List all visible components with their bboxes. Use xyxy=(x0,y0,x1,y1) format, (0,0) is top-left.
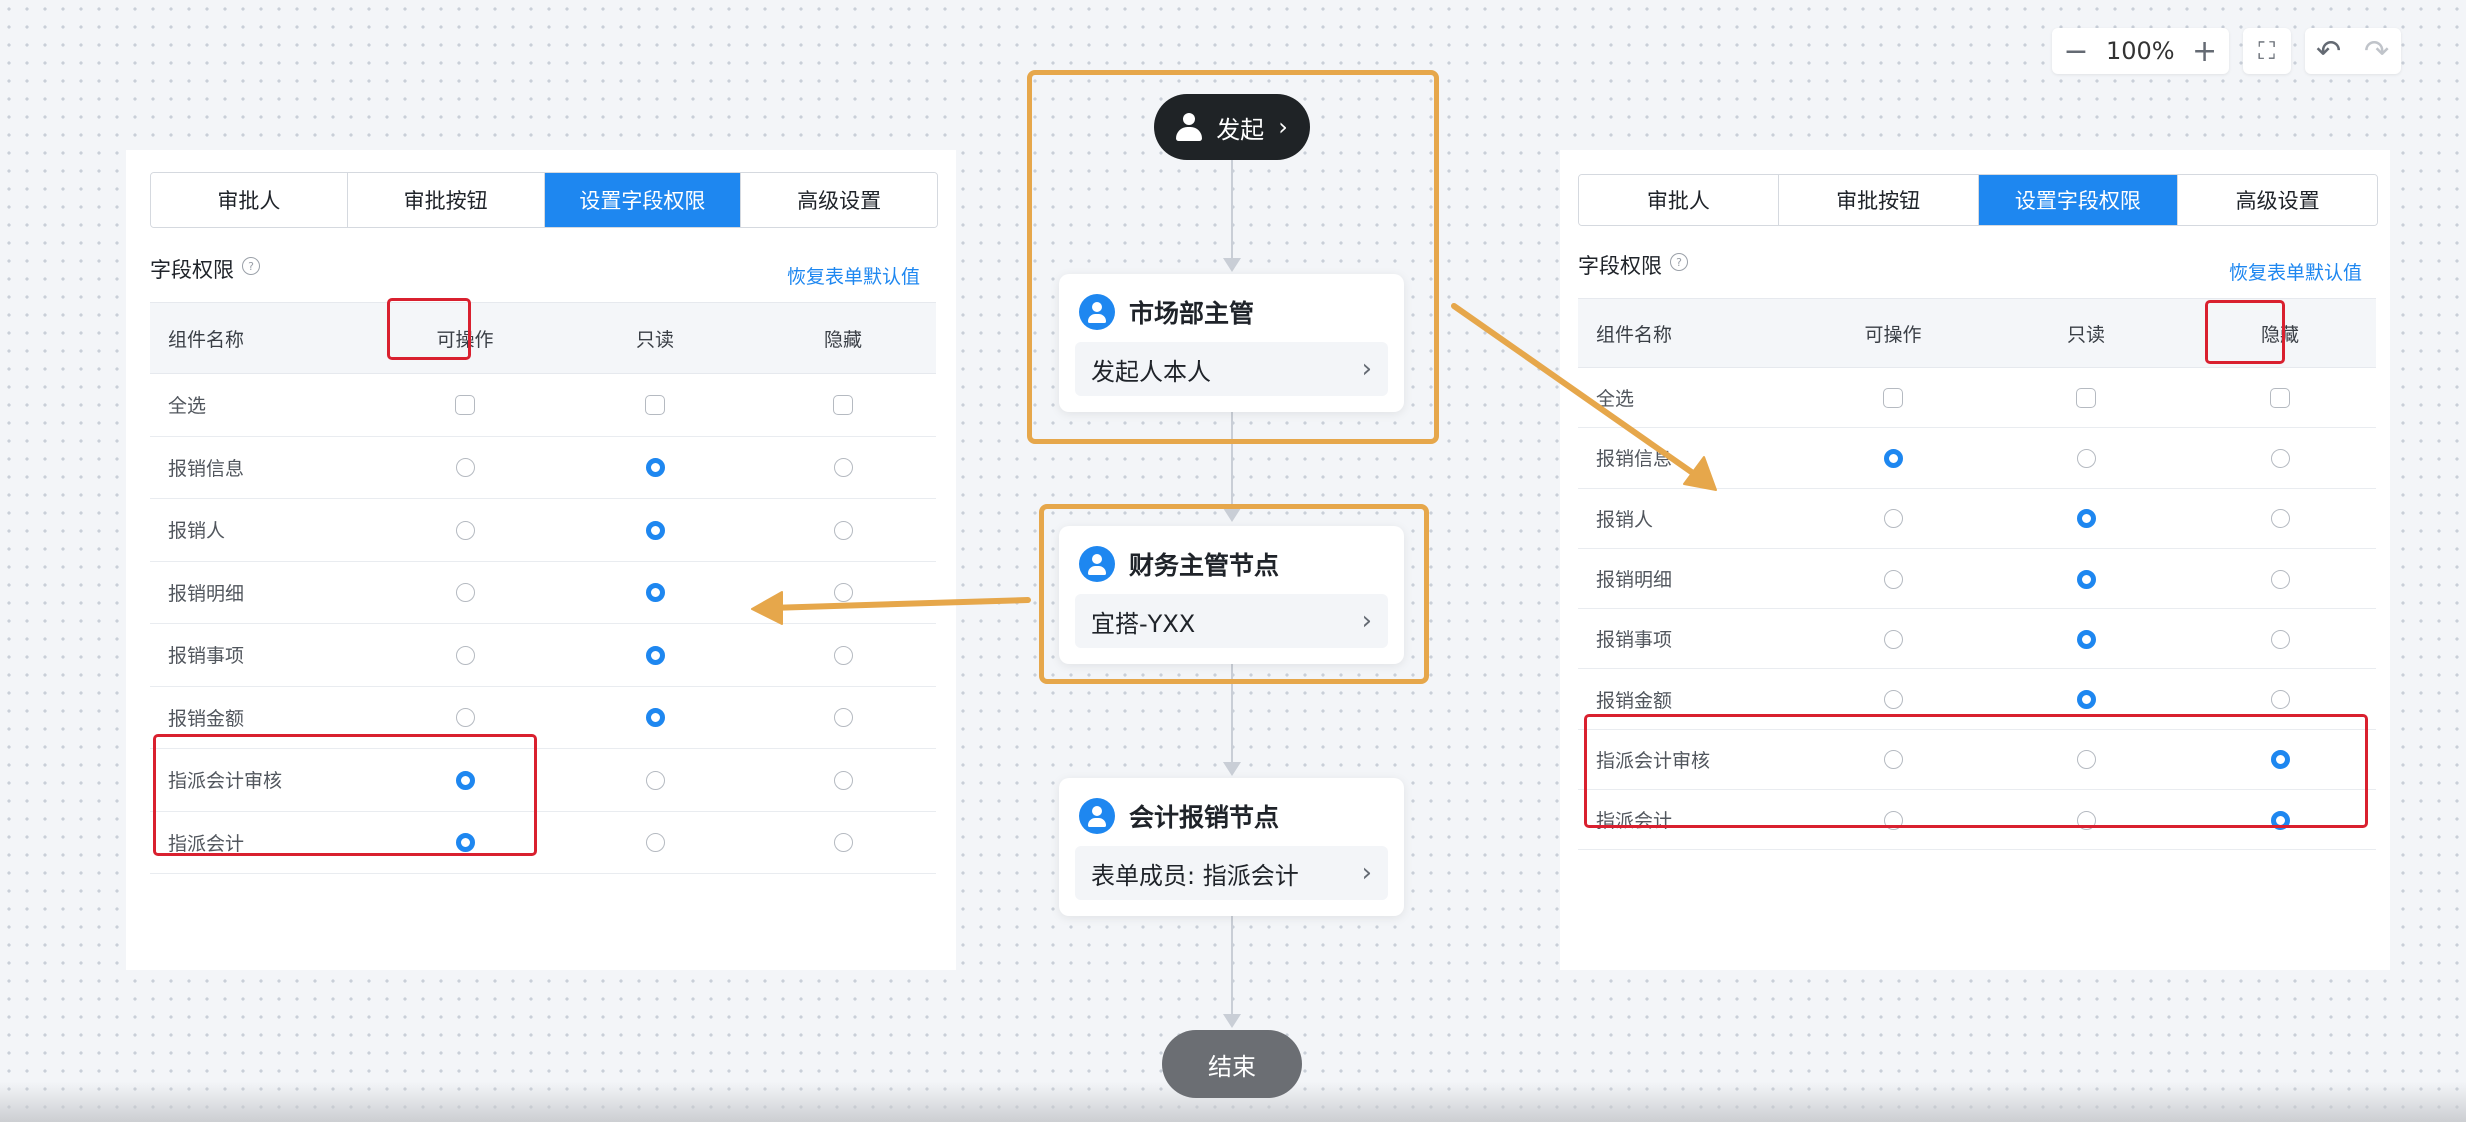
arrow-to-right-panel xyxy=(1451,303,1717,491)
annotation-arrows xyxy=(751,303,1717,625)
arrow-to-left-panel xyxy=(751,591,1031,625)
